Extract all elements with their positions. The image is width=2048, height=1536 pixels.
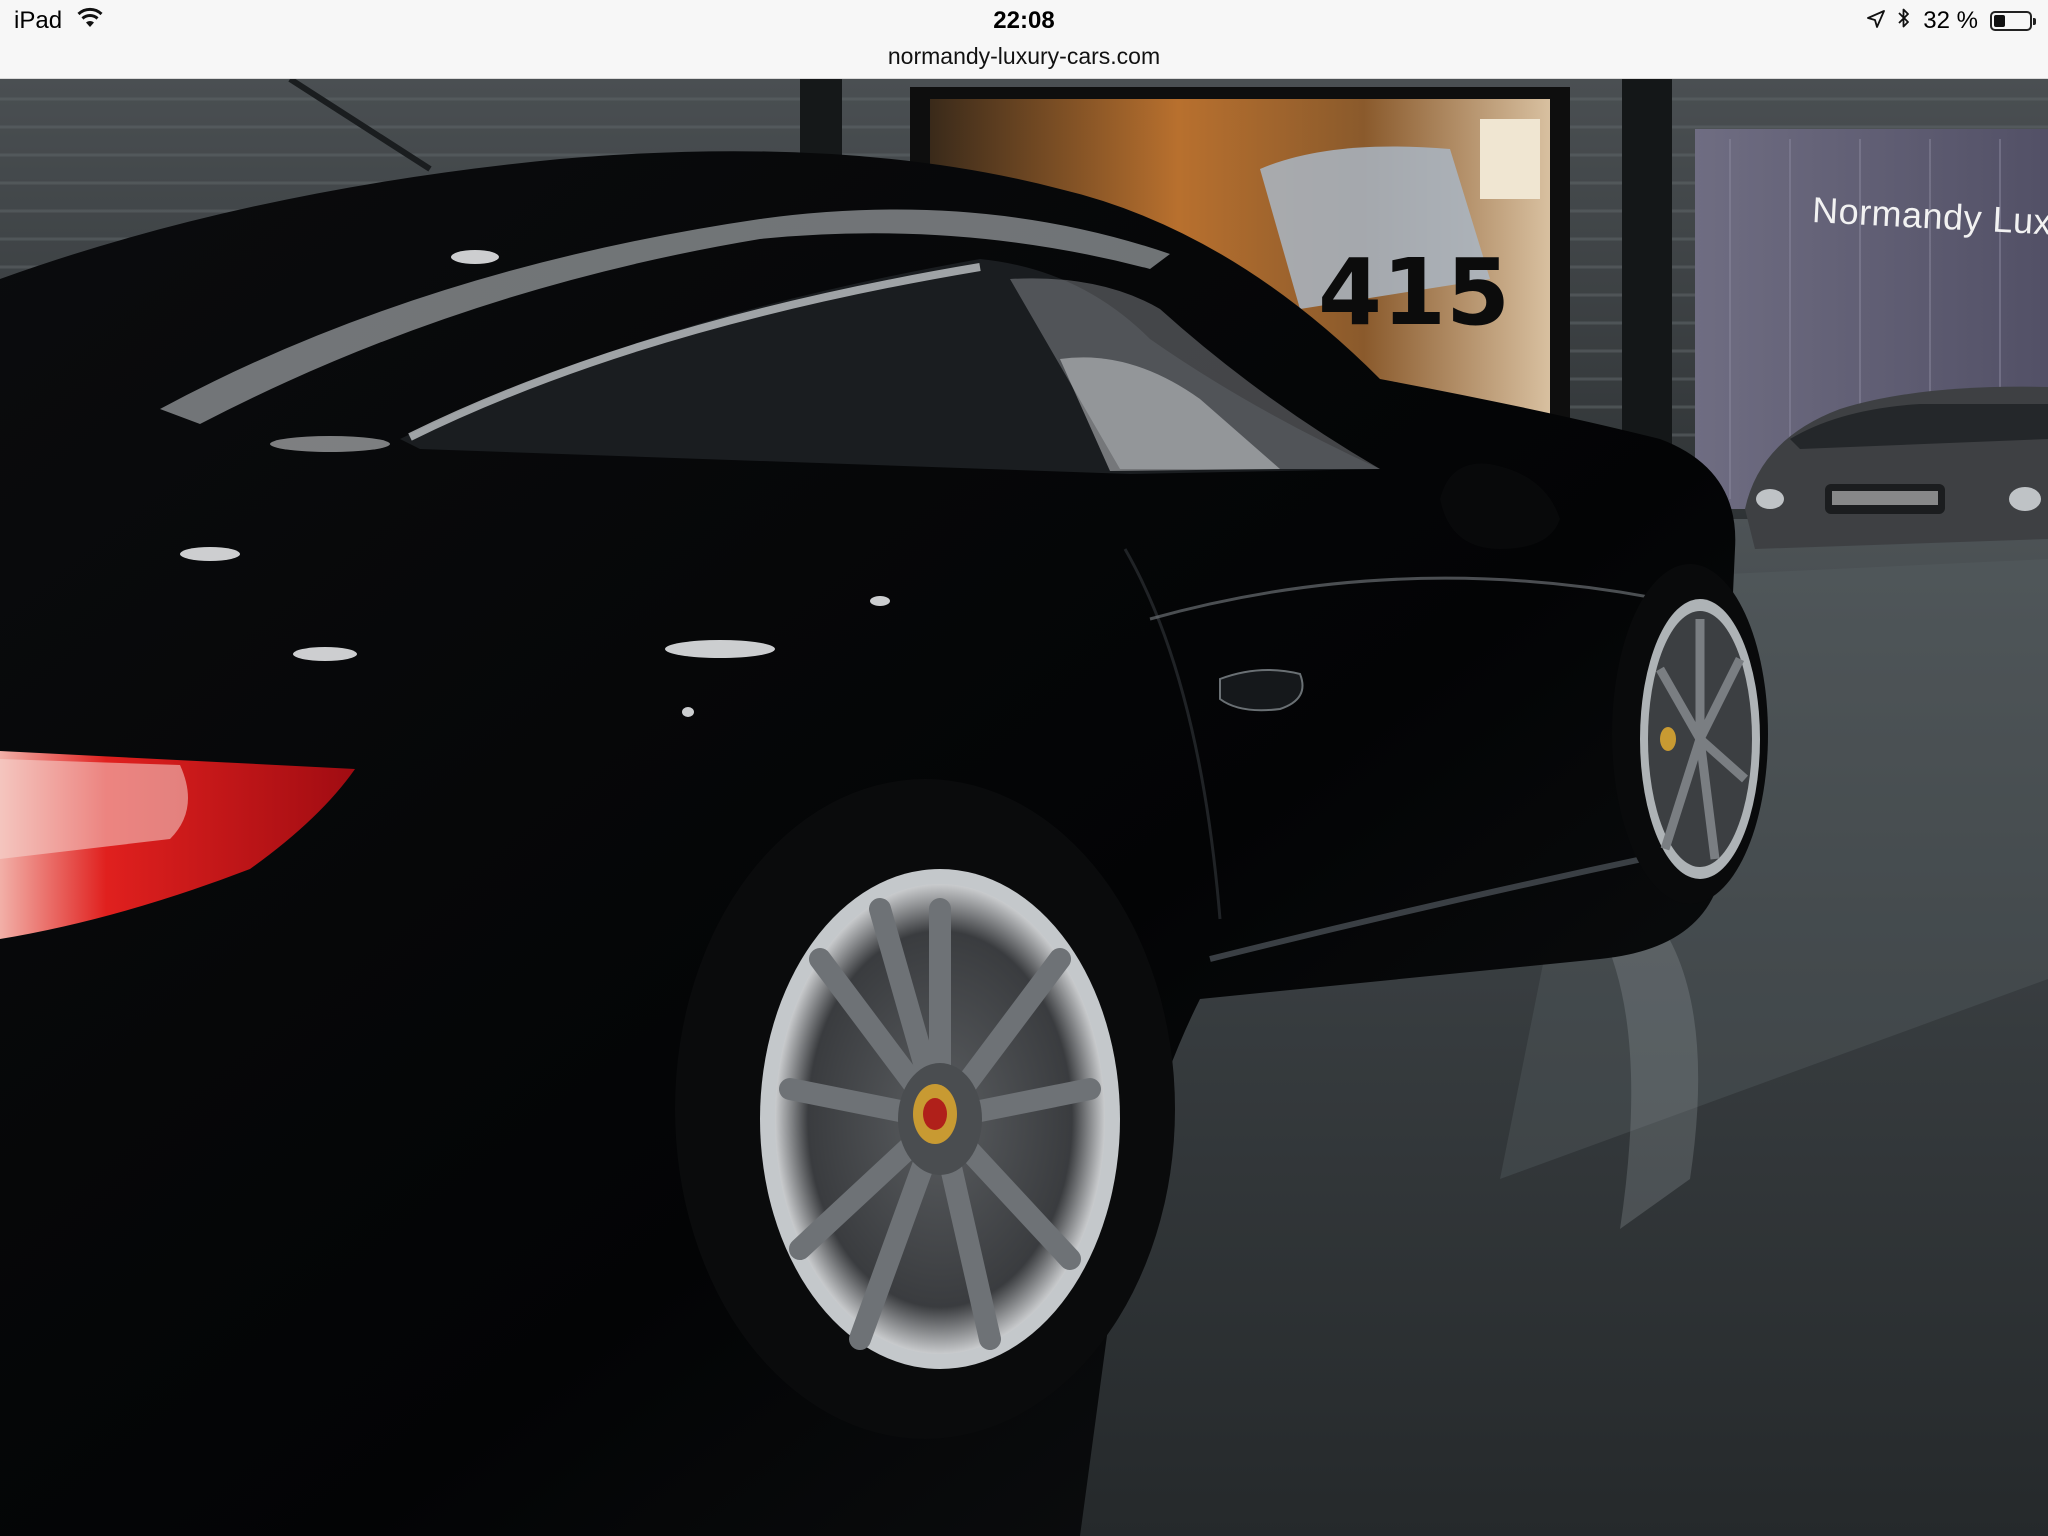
battery-percent: 32 %: [1923, 7, 1978, 34]
car-photo: 415 Normandy Luxury Cars: [0, 79, 2048, 1536]
battery-fill: [1994, 15, 2005, 27]
clock: 22:08: [993, 7, 1055, 34]
safari-top-bar: iPad 22:08 32 % normandy-luxury-cars.com: [0, 0, 2048, 79]
status-right: 32 %: [1867, 6, 2036, 36]
front-wheel: [1612, 564, 1768, 904]
poster-number: 415: [1318, 239, 1511, 346]
rear-wheel: [675, 779, 1175, 1439]
battery-icon: [1990, 11, 2036, 31]
url-host[interactable]: normandy-luxury-cars.com: [0, 40, 2048, 72]
car-scene: [0, 79, 2048, 1536]
location-arrow-icon: [1867, 7, 1886, 35]
bluetooth-icon: [1897, 7, 1911, 36]
